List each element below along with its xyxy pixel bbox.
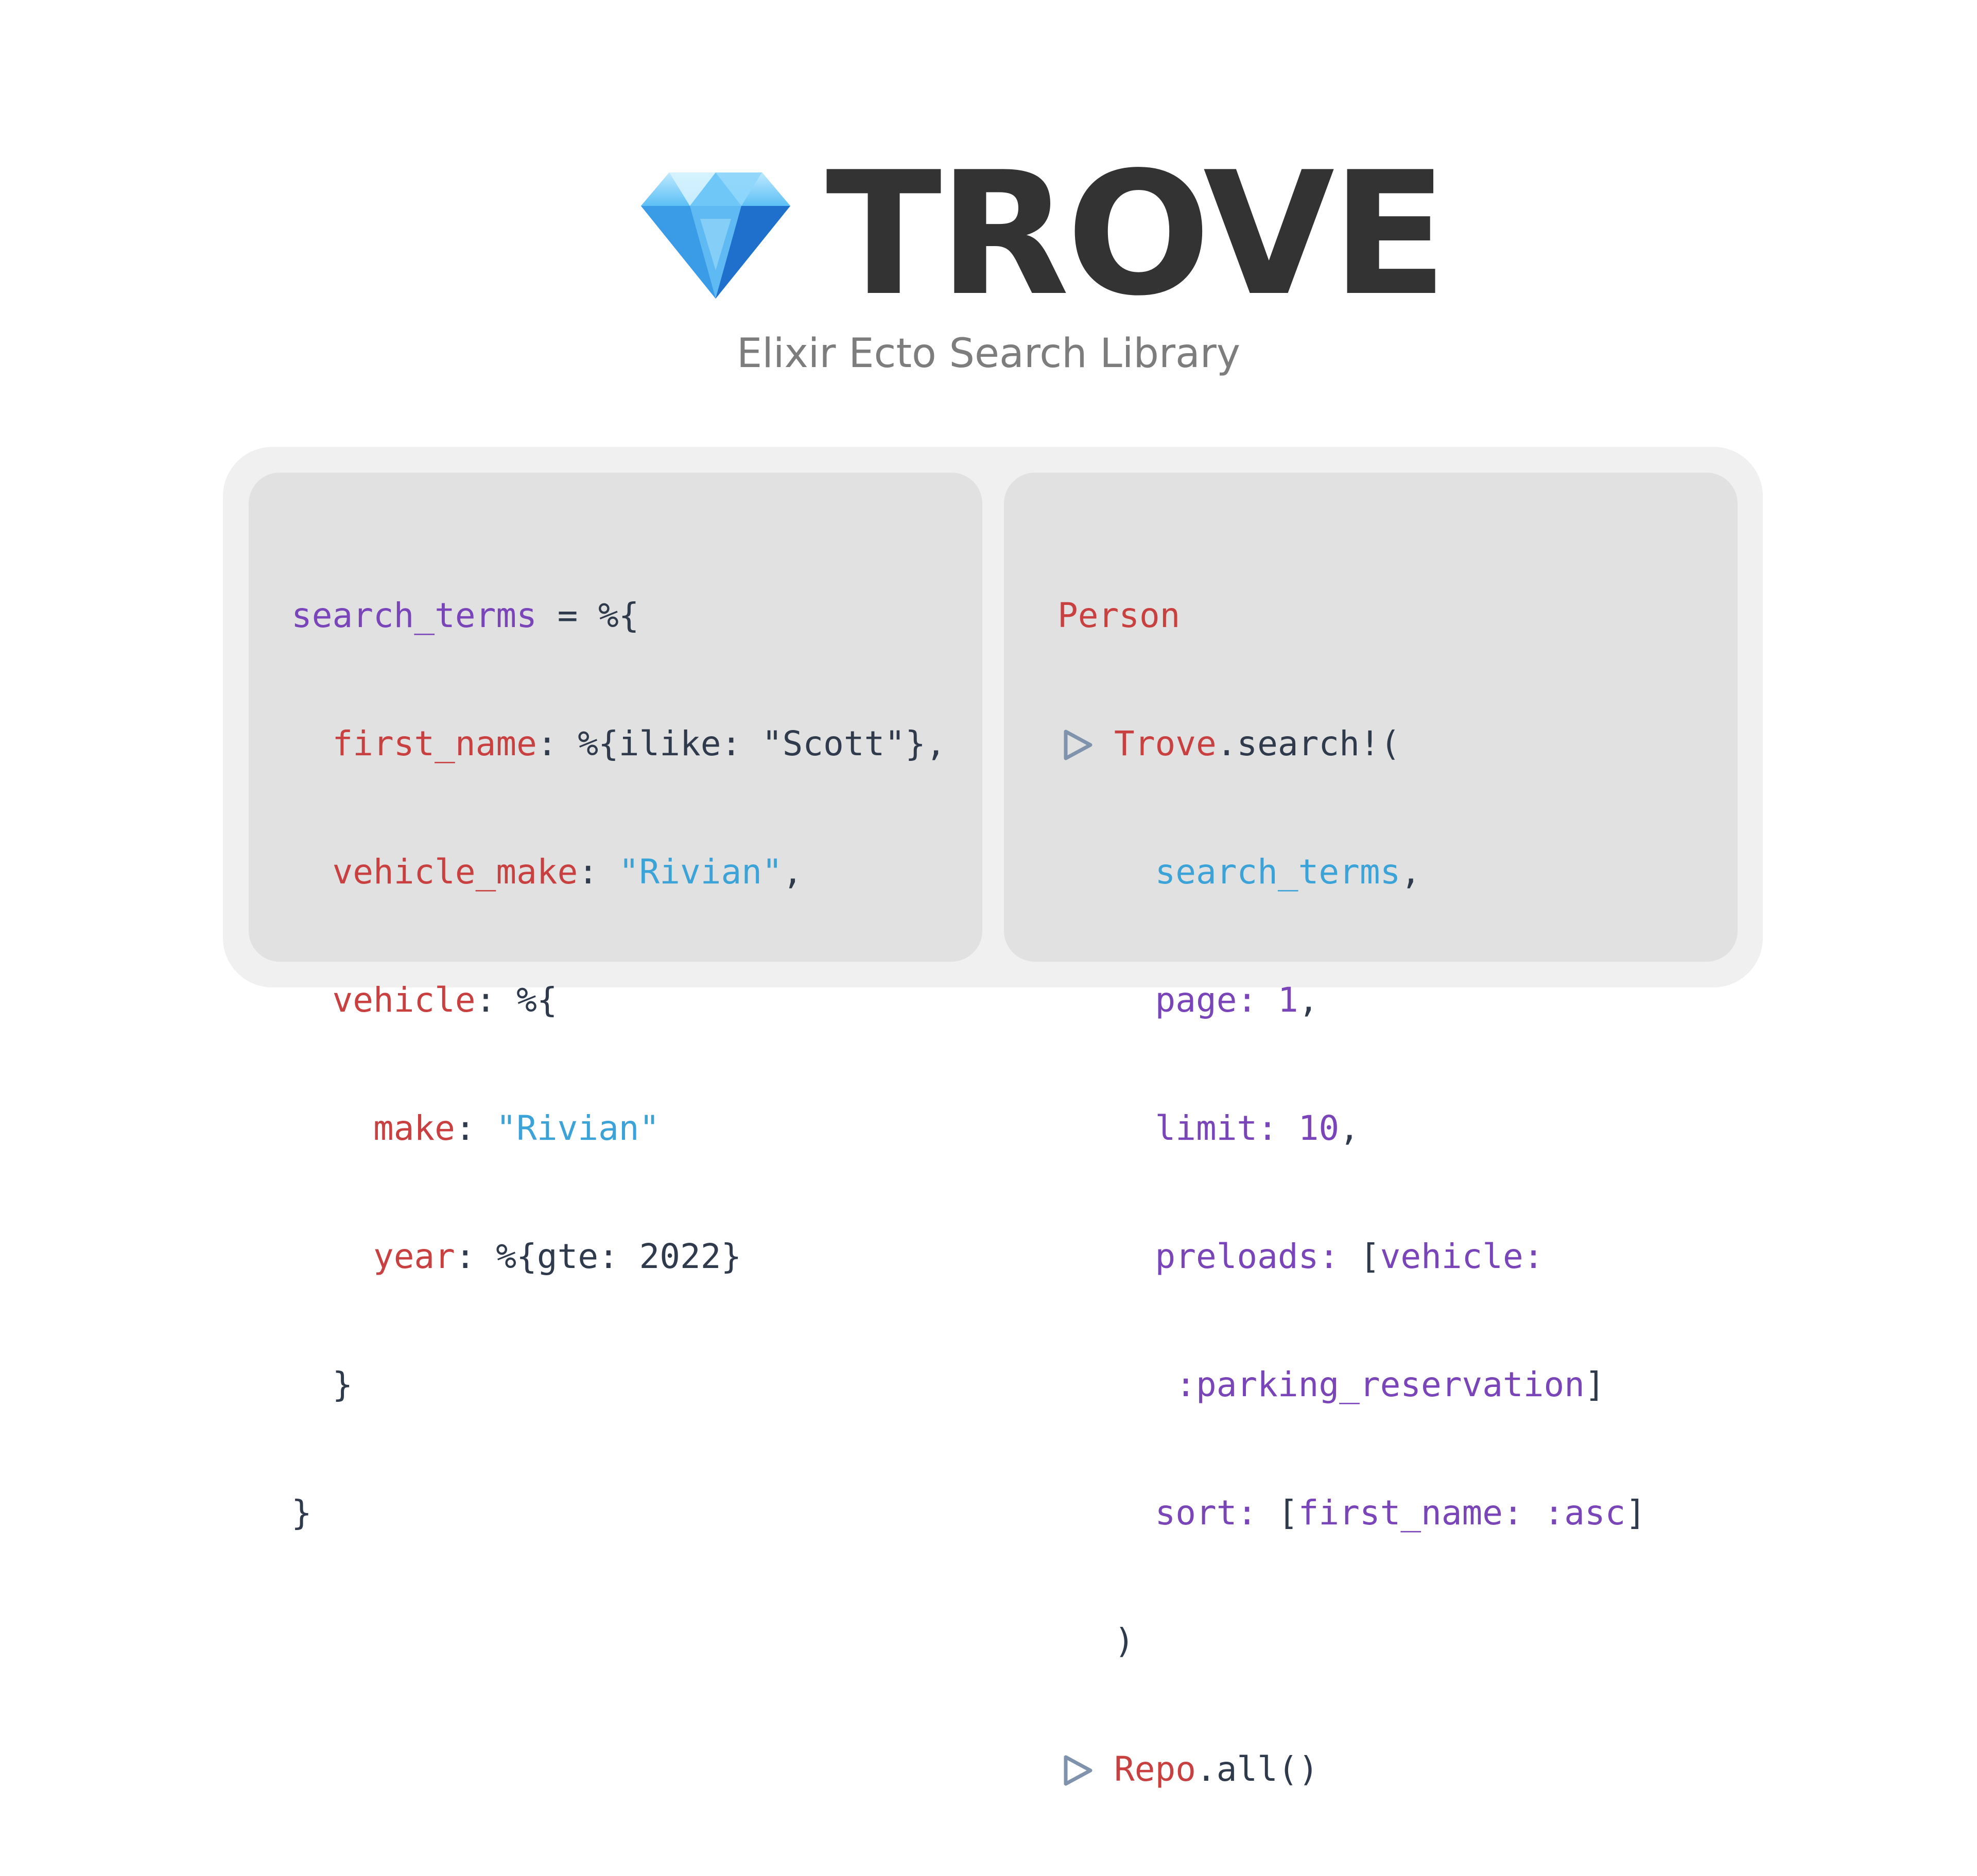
code-line: sort: [first_name: :asc] [1057,1491,1738,1534]
code-block-right: Person Trove.search!( search_terms, page… [1057,509,1738,1876]
code-line: Person [1057,594,1738,637]
code-token: : [455,1108,496,1148]
code-token: first_name: :asc [1298,1493,1626,1533]
code-panel-search-terms: search_terms = %{ first_name: %{ilike: "… [249,473,982,1533]
header: TROVE [638,135,1448,333]
code-token: "Rivian" [618,852,783,892]
code-token: year [373,1237,455,1276]
code-line: first_name: %{ilike: "Scott"}, [291,722,982,765]
code-token: , [782,852,803,892]
code-token: preloads: [1155,1237,1340,1276]
code-token: ) [1114,1621,1135,1661]
code-token: first_name [332,724,537,763]
code-line: } [291,1491,982,1534]
code-line: } [291,1363,982,1406]
code-token: : %{gte: 2022} [455,1237,742,1276]
code-token: page: 1 [1155,980,1298,1020]
code-line: Trove.search!( [1057,722,1738,765]
code-frame: search_terms = %{ first_name: %{ilike: "… [223,447,1763,1789]
code-line: :parking_reservation] [1057,1363,1738,1406]
code-token: [ [1339,1237,1380,1276]
code-token: = %{ [536,596,639,635]
code-line: search_terms = %{ [291,594,982,637]
gem-icon [641,172,790,299]
code-token: , [1339,1108,1360,1148]
code-token: .search!( [1216,724,1401,763]
code-token: } [291,1493,312,1533]
code-token: : %{ilike: "Scott"}, [536,724,946,763]
code-line: limit: 10, [1057,1107,1738,1150]
code-line: year: %{gte: 2022} [291,1235,982,1278]
code-line: preloads: [vehicle: [1057,1235,1738,1278]
code-token: .all() [1195,1749,1319,1789]
code-token: "Rivian" [496,1108,660,1148]
code-line: Repo.all() [1057,1748,1738,1791]
pipe-triangle-icon [1057,1748,1114,1797]
code-line: search_terms, [1057,850,1738,893]
code-token: limit: 10 [1155,1108,1340,1148]
code-token: ] [1625,1493,1646,1533]
code-block-left: search_terms = %{ first_name: %{ilike: "… [291,509,982,1620]
code-line: make: "Rivian" [291,1107,982,1150]
code-token: : %{ [475,980,558,1020]
code-token: Trove [1114,724,1217,763]
subtitle: Elixir Ecto Search Library [736,331,1241,377]
code-token: vehicle [332,980,476,1020]
code-token: [ [1257,1493,1298,1533]
code-token: :parking_reservation [1175,1365,1585,1404]
pipe-triangle-icon [1057,722,1114,771]
code-token: , [1400,852,1421,892]
code-token: ] [1584,1365,1605,1404]
code-token: search_terms [291,596,537,635]
code-token: Repo [1114,1749,1196,1789]
code-line: vehicle_make: "Rivian", [291,850,982,893]
code-token: search_terms [1155,852,1401,892]
code-token: , [1298,980,1319,1020]
code-line: ) [1057,1620,1738,1662]
code-line: vehicle: %{ [291,979,982,1021]
code-token: Person [1057,596,1181,635]
code-line: page: 1, [1057,979,1738,1021]
code-panel-search-call: Person Trove.search!( search_terms, page… [1004,473,1738,1789]
code-token: } [291,1365,353,1404]
code-token: sort: [1155,1493,1258,1533]
code-token: vehicle_make [332,852,578,892]
code-token: : [578,852,619,892]
app-title: TROVE [826,135,1448,333]
code-token: make [373,1108,455,1148]
code-token: vehicle: [1380,1237,1544,1276]
